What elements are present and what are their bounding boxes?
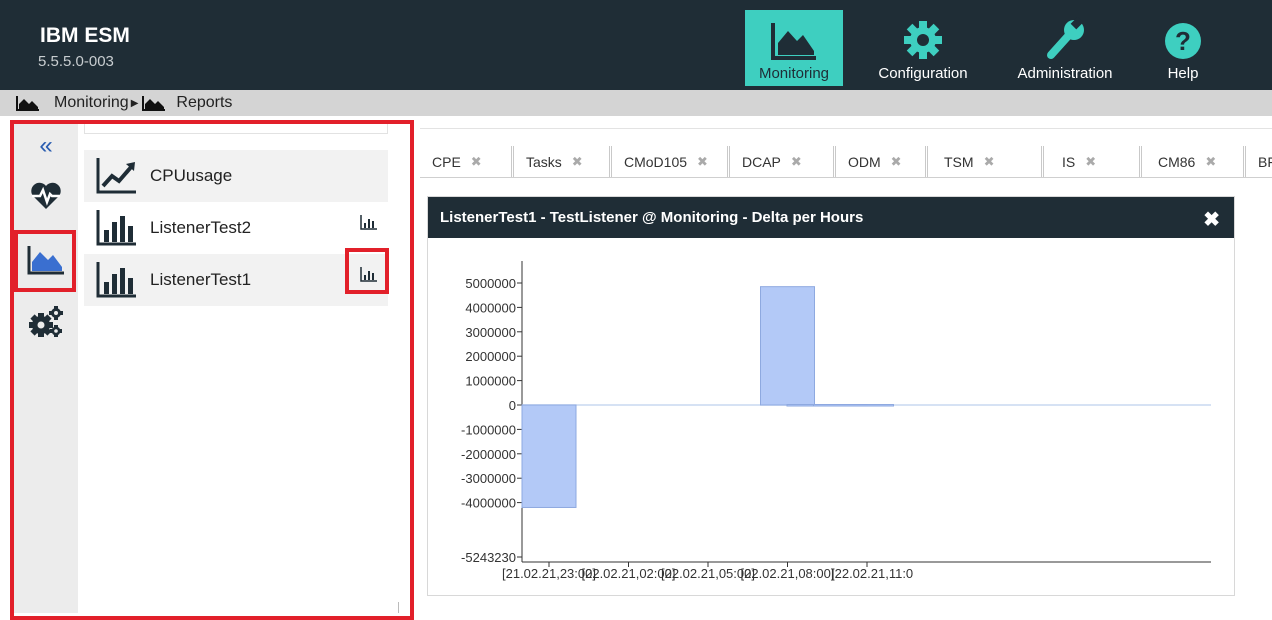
trend-line-icon (96, 158, 136, 194)
heartbeat-icon (31, 182, 61, 209)
list-item-cpuusage[interactable]: CPUusage (84, 150, 388, 202)
tab-label: BF (1258, 154, 1272, 170)
gear-icon (904, 21, 942, 59)
breadcrumb-monitoring-label: Monitoring (54, 94, 129, 111)
tab-label: CPE (432, 154, 461, 170)
bar-chart-icon (96, 262, 136, 298)
nav-help-label: Help (1167, 65, 1199, 82)
y-tick-label: 0 (509, 398, 516, 413)
close-icon[interactable]: ✖ (1085, 154, 1096, 170)
area-chart-icon (27, 246, 64, 275)
tab-odm[interactable]: ODM ✖ (836, 146, 928, 177)
tab-dcap[interactable]: DCAP ✖ (730, 146, 836, 177)
tab-label: TSM (944, 154, 974, 170)
x-tick-label: [22.02.21,11:0 (831, 566, 913, 581)
rail-health-button[interactable] (14, 174, 78, 218)
tab-label: CM86 (1158, 154, 1196, 170)
breadcrumb: Monitoring ▶ Reports (0, 90, 1272, 116)
chart-panel: ListenerTest1 - TestListener @ Monitorin… (427, 196, 1235, 596)
chart-panel-title: ListenerTest1 - TestListener @ Monitorin… (440, 209, 864, 226)
app-title: IBM ESM (40, 24, 130, 47)
y-tick-label: 1000000 (465, 374, 516, 389)
double-chevron-left-icon: « (39, 132, 53, 159)
list-item-label: ListenerTest1 (150, 270, 252, 289)
y-tick-label: -2000000 (461, 447, 516, 462)
tab-strip: CPE ✖ Tasks ✖ CMoD105 ✖ DCAP ✖ ODM ✖ TSM ✖ IS ✖… (420, 146, 1272, 178)
y-tick-label: 2000000 (465, 349, 516, 364)
tab-cm86[interactable]: CM86 ✖ (1142, 146, 1246, 177)
y-tick-label: -4000000 (461, 496, 516, 511)
wrench-icon (1047, 17, 1084, 59)
y-tick-label: -3000000 (461, 471, 516, 486)
rail-settings-button[interactable] (14, 300, 78, 344)
close-icon[interactable]: ✖ (791, 154, 802, 170)
nav-administration-label: Administration (1017, 65, 1113, 82)
tab-tsm[interactable]: TSM ✖ (928, 146, 1044, 177)
bar-chart-icon (96, 210, 136, 246)
breadcrumb-reports[interactable]: Reports (142, 94, 232, 112)
y-tick-label: -1000000 (461, 422, 516, 437)
area-chart-icon (16, 96, 39, 111)
gears-icon (29, 306, 63, 337)
tab-label: Tasks (526, 154, 562, 170)
tab-is[interactable]: IS ✖ (1044, 146, 1142, 177)
breadcrumb-reports-label: Reports (176, 94, 233, 111)
tab-label: ODM (848, 154, 881, 170)
chart-bar (521, 404, 577, 508)
close-icon[interactable]: ✖ (984, 154, 995, 170)
area-chart-icon (142, 96, 166, 111)
tab-label: DCAP (742, 154, 781, 170)
nav-monitoring-label: Monitoring (758, 65, 830, 82)
nav-configuration-button[interactable]: Configuration (863, 10, 983, 86)
list-item-listenertest2[interactable]: ListenerTest2 (84, 202, 388, 254)
x-tick-label: [22.02.21,08:00] (741, 566, 835, 581)
collapse-button[interactable]: « (14, 124, 78, 168)
nav-configuration-label: Configuration (878, 65, 968, 82)
tab-tasks[interactable]: Tasks ✖ (514, 146, 612, 177)
tab-bf[interactable]: BF (1246, 146, 1272, 177)
tab-cpe[interactable]: CPE ✖ (420, 146, 514, 177)
app-header: IBM ESM 5.5.5.0-003 Monitoring Configura… (0, 0, 1272, 90)
y-tick-label: 3000000 (465, 325, 516, 340)
tab-label: IS (1062, 154, 1076, 170)
list-item-label: CPUusage (150, 166, 233, 185)
bar-chart: 5000000 4000000 3000000 2000000 1000000 0 -100… (461, 261, 1211, 581)
y-tick-label: 5000000 (465, 276, 516, 291)
list-filter-field[interactable] (84, 124, 388, 134)
tab-label: CMoD105 (624, 154, 688, 170)
list-item-listenertest1[interactable]: ListenerTest1 (84, 254, 388, 306)
side-rail: « (14, 124, 78, 613)
nav-help-button[interactable]: ? Help (1155, 10, 1211, 86)
close-icon[interactable]: ✖ (697, 154, 708, 170)
nav-administration-button[interactable]: Administration (1003, 10, 1127, 86)
reports-list-panel: CPUusage ListenerTest2 ListenerTest1 (78, 124, 408, 613)
open-chart-icon[interactable] (360, 266, 378, 282)
close-icon[interactable]: ✖ (1203, 207, 1220, 232)
rail-reports-button[interactable] (14, 238, 78, 282)
close-icon[interactable]: ✖ (471, 154, 482, 170)
list-item-label: ListenerTest2 (150, 218, 252, 237)
app-version: 5.5.5.0-003 (38, 53, 114, 70)
y-tick-label: 4000000 (465, 300, 516, 315)
chart-bar (760, 286, 815, 406)
area-chart-icon (771, 23, 816, 60)
close-icon[interactable]: ✖ (572, 154, 583, 170)
svg-text:?: ? (1175, 26, 1191, 56)
breadcrumb-separator-icon: ▶ (130, 97, 139, 109)
open-chart-icon[interactable] (360, 214, 378, 230)
chart-bar (813, 404, 894, 407)
close-icon[interactable]: ✖ (1205, 154, 1216, 170)
chart-panel-header: ListenerTest1 - TestListener @ Monitorin… (428, 197, 1234, 238)
question-icon: ? (1165, 23, 1201, 59)
breadcrumb-monitoring[interactable]: Monitoring (16, 94, 129, 112)
nav-monitoring-button[interactable]: Monitoring (745, 10, 843, 86)
tab-cmod105[interactable]: CMoD105 ✖ (612, 146, 730, 177)
close-icon[interactable]: ✖ (891, 154, 902, 170)
tabstrip-top-border (420, 128, 1272, 129)
list-scroll-divider (398, 602, 399, 613)
y-tick-label: -5243230 (461, 550, 516, 565)
